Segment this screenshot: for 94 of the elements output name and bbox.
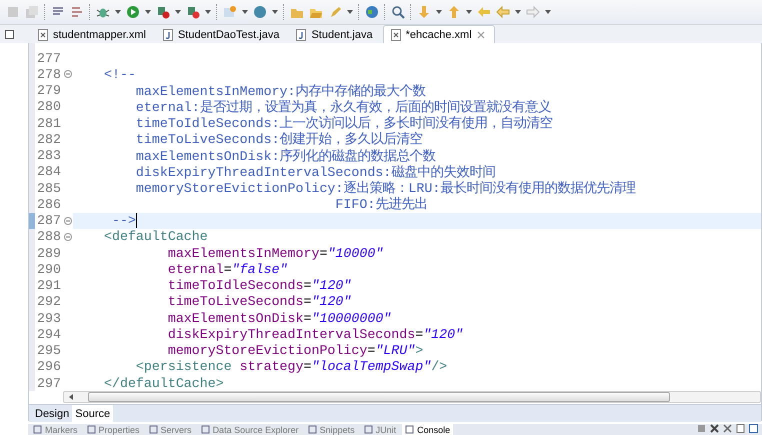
code-line: eternal:是否过期，设置为真，永久有效，后面的时间设置就没有意义 [134, 98, 551, 116]
line-number: 292 [36, 294, 62, 310]
caret-icon[interactable] [205, 10, 211, 14]
fold-toggle-icon[interactable] [64, 232, 72, 241]
line-number: 282 [36, 132, 62, 147]
line-number: 294 [36, 326, 62, 342]
code-line: timeToIdleSeconds="120" [166, 278, 352, 294]
code-line: <persistence strategy="localTempSwap"/> [134, 359, 448, 374]
caret-icon[interactable] [347, 10, 353, 14]
line-number: 295 [36, 343, 62, 358]
line-number: 283 [36, 148, 62, 164]
tab-label: StudentDaoTest.java [178, 28, 280, 40]
code-line: FIFO:先进先出 [334, 196, 428, 214]
caret-icon[interactable] [272, 10, 278, 14]
caret-icon[interactable] [436, 10, 442, 14]
caret-icon[interactable] [545, 10, 551, 14]
code-line: diskExpiryThreadIntervalSeconds="120" [166, 326, 464, 342]
code-line: timeToIdleSeconds:上一次访问以后，多长时间没有使用，自动清空 [134, 114, 553, 132]
java-file-icon[interactable] [295, 28, 308, 40]
run-icon[interactable] [126, 5, 140, 19]
code-line: <defaultCache [104, 229, 208, 244]
view-tab[interactable]: Snippets [304, 424, 358, 435]
view-icon[interactable] [148, 425, 158, 434]
stop-icon[interactable] [697, 424, 706, 433]
line-number: 285 [36, 180, 62, 196]
line-number: 293 [36, 310, 62, 326]
caret-icon[interactable] [145, 10, 151, 14]
tab-label: studentmapper.xml [53, 28, 146, 40]
xml-file-icon[interactable] [37, 28, 49, 40]
code-line: </defaultCache> [104, 376, 224, 391]
close-icon[interactable] [476, 30, 486, 40]
tab-label: Student.java [311, 28, 373, 40]
code-line: timeToLiveSeconds="120" [166, 294, 352, 310]
view-icon[interactable] [33, 425, 42, 434]
line-number: 279 [36, 83, 62, 98]
caret-icon[interactable] [115, 10, 121, 14]
caret-icon[interactable] [242, 10, 248, 14]
remove-all-icon[interactable] [723, 424, 732, 433]
line-number: 286 [36, 196, 62, 212]
editor-tab[interactable]: *ehcache.xml [382, 25, 495, 43]
line-number: 288 [36, 229, 62, 244]
code-line: --> [110, 213, 136, 228]
tab-label: *ehcache.xml [406, 28, 472, 40]
view-icon[interactable] [405, 425, 414, 434]
view-icon[interactable] [200, 425, 210, 434]
xml-file-icon[interactable] [390, 28, 402, 40]
view-tab[interactable]: JUnit [360, 424, 400, 435]
caret-icon[interactable] [515, 10, 521, 14]
code-line: timeToLiveSeconds:创建开始，多久以后清空 [134, 130, 423, 148]
code-line: maxElementsInMemory="10000" [166, 246, 384, 261]
line-number: 296 [36, 359, 62, 374]
line-number: 278 [36, 66, 62, 82]
code-line: maxElementsOnDisk:序列化的磁盘的数据总个数 [134, 148, 436, 164]
window-icon[interactable] [749, 424, 758, 433]
line-number: 280 [36, 99, 62, 114]
code-line: diskExpiryThreadIntervalSeconds:磁盘中的失效时间 [134, 164, 496, 180]
line-number: 290 [36, 262, 62, 277]
code-line: <!-- [104, 66, 136, 82]
view-icon[interactable] [86, 425, 96, 434]
caret-icon[interactable] [466, 10, 472, 14]
view-tab[interactable]: Console [402, 424, 454, 435]
view-icon[interactable] [308, 425, 317, 434]
line-number: 289 [36, 246, 62, 261]
caret-icon[interactable] [175, 10, 181, 14]
line-number: 297 [36, 376, 62, 391]
minimize-icon[interactable] [4, 29, 15, 40]
editor-tab[interactable]: studentmapper.xml [31, 26, 154, 43]
line-number: 284 [36, 164, 62, 180]
remove-icon[interactable] [710, 424, 719, 433]
view-tab[interactable]: Data Source Explorer [198, 424, 302, 435]
line-number: 281 [36, 116, 62, 131]
view-tab[interactable]: Properties [84, 424, 143, 435]
editor-tab[interactable]: StudentDaoTest.java [156, 26, 288, 43]
view-tab[interactable]: Markers [30, 424, 81, 435]
code-line: memoryStoreEvictionPolicy:逐出策略：LRU:最长时间没有使用的数据优先清理 [134, 180, 636, 196]
page-tab[interactable]: Design [32, 405, 72, 422]
fold-toggle-icon[interactable] [64, 70, 72, 78]
scrollbar-thumb[interactable] [88, 392, 670, 402]
page-tab[interactable]: Source [72, 405, 114, 422]
search-icon[interactable] [391, 5, 405, 19]
view-icon[interactable] [364, 425, 373, 434]
java-file-icon[interactable] [162, 28, 174, 40]
view-tab[interactable]: Servers [146, 424, 195, 435]
fold-toggle-icon[interactable] [64, 216, 72, 225]
page-icon[interactable] [736, 424, 745, 433]
editor-tab[interactable]: Student.java [289, 26, 381, 43]
code-line: eternal="false" [166, 262, 288, 277]
line-number: 277 [36, 50, 62, 66]
code-line: maxElementsInMemory:内存中存储的最大个数 [134, 82, 426, 100]
line-number: 291 [36, 278, 62, 294]
code-line: memoryStoreEvictionPolicy="LRU"> [166, 343, 424, 358]
line-number: 287 [36, 213, 62, 228]
scroll-left-icon[interactable] [68, 394, 74, 400]
code-line: maxElementsOnDisk="10000000" [166, 310, 392, 326]
